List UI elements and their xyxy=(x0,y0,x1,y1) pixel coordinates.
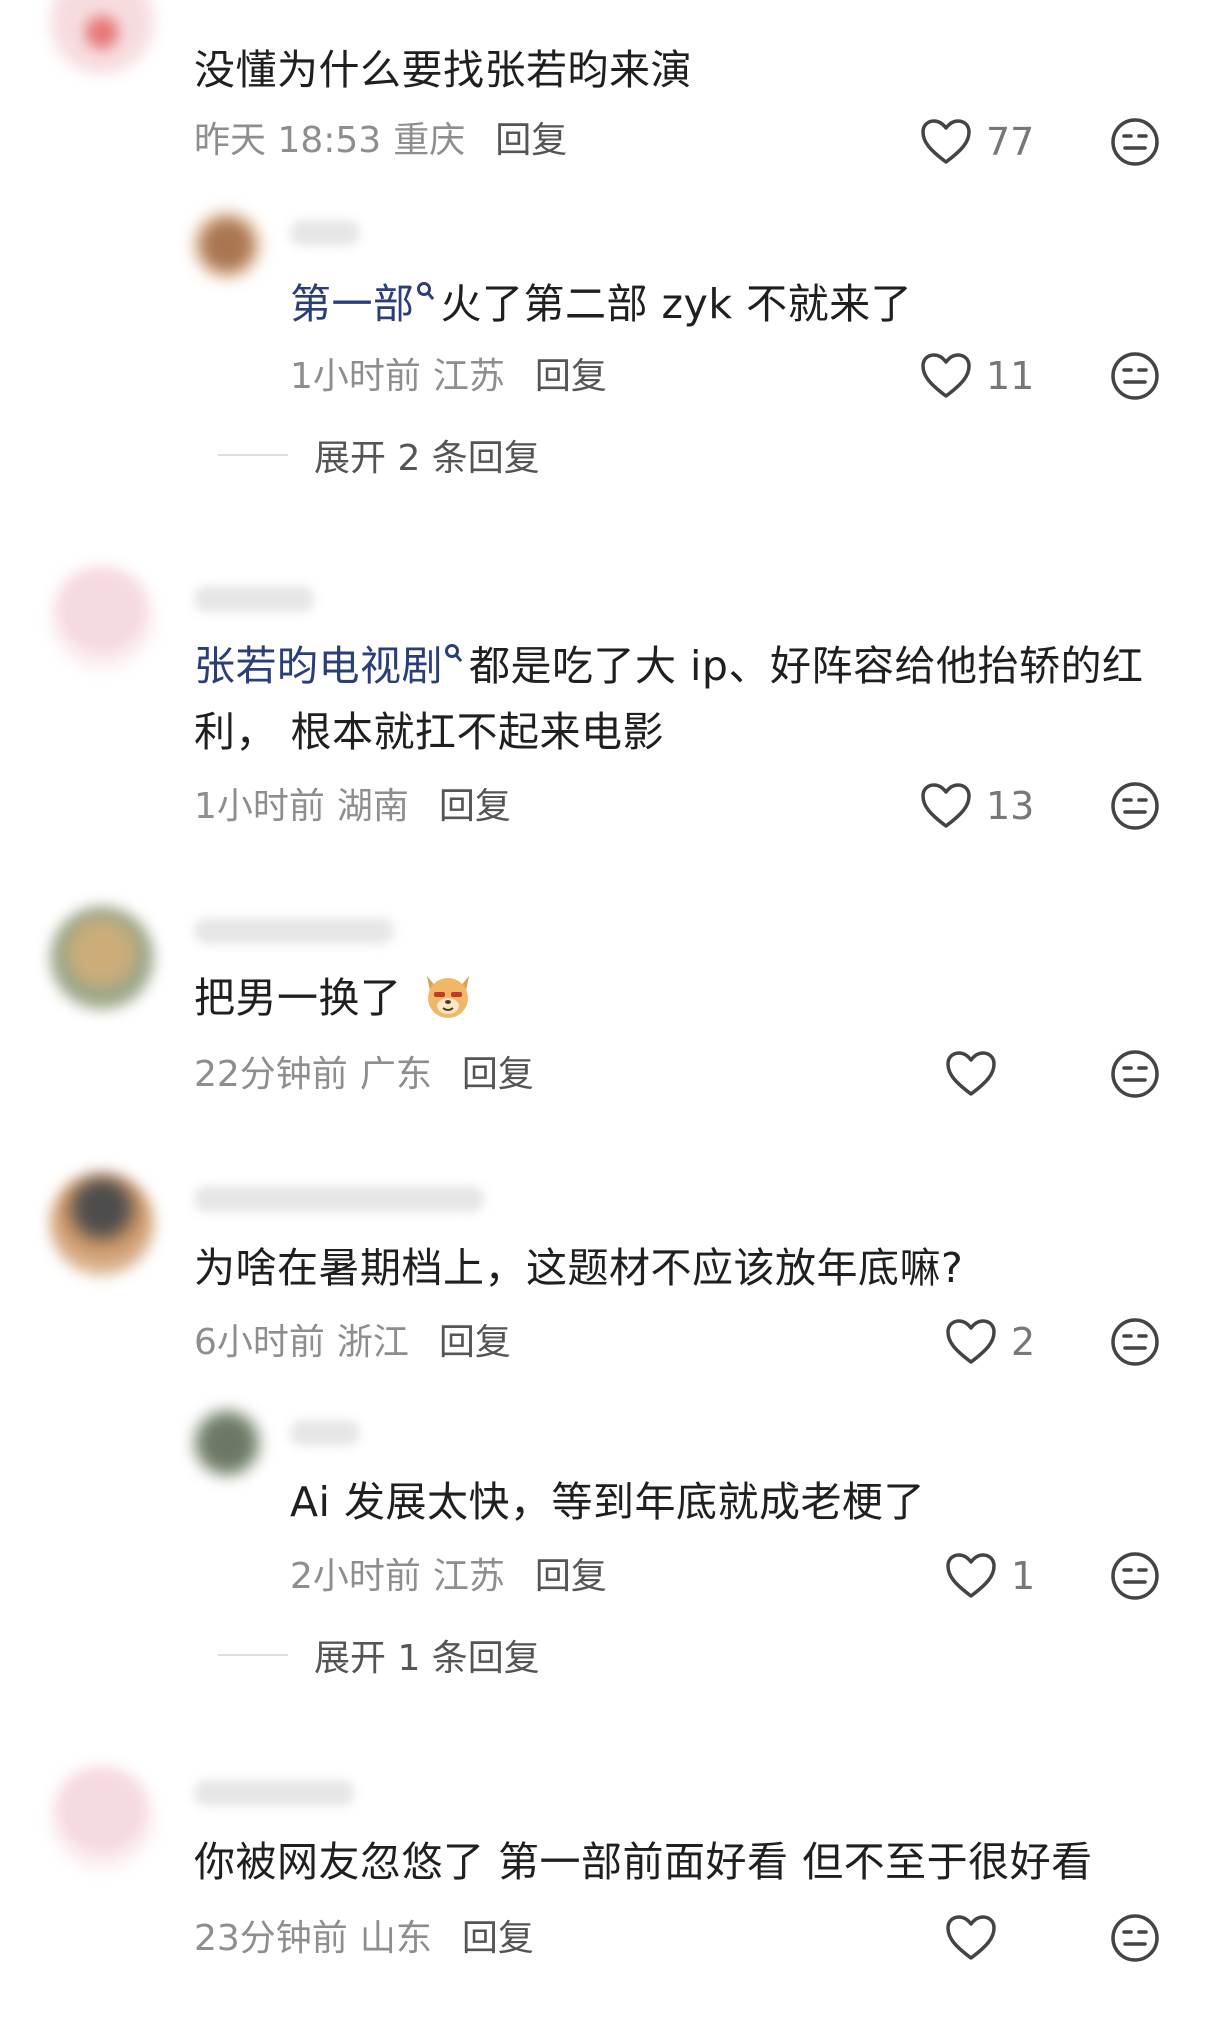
like-button[interactable] xyxy=(945,1908,1011,1968)
comment-body-line1: 都是吃了大 ip、好阵容给他抬轿的红 xyxy=(469,642,1144,690)
username-blurred xyxy=(290,1420,360,1446)
avatar[interactable] xyxy=(192,1408,262,1478)
comment-time: 22分钟前 xyxy=(194,1054,348,1095)
comment-meta: 6小时前 浙江 回复 xyxy=(194,1314,511,1364)
comment-meta: 1小时前 湖南 回复 xyxy=(194,778,511,828)
neutral-face-icon[interactable] xyxy=(1110,1551,1160,1601)
reply-meta: 2小时前 江苏 回复 xyxy=(290,1548,607,1598)
reply-location: 江苏 xyxy=(432,1556,505,1597)
comment-text: 没懂为什么要找张若昀来演 xyxy=(194,46,692,94)
heart-outline-icon xyxy=(921,783,971,828)
username-blurred xyxy=(290,220,360,246)
heart-outline-icon xyxy=(946,1319,996,1364)
avatar[interactable] xyxy=(192,210,262,280)
neutral-face-icon[interactable] xyxy=(1110,117,1160,167)
neutral-face-icon[interactable] xyxy=(1110,1913,1160,1963)
heart-outline-icon xyxy=(946,1915,996,1960)
expand-replies-label: 展开 1 条回复 xyxy=(314,1638,540,1679)
reply-text: 第一部 火了第二部 zyk 不就来了 xyxy=(290,272,912,336)
neutral-face-icon[interactable] xyxy=(1110,1317,1160,1367)
comment-location: 广东 xyxy=(359,1054,432,1095)
reply-button[interactable]: 回复 xyxy=(462,1909,534,1961)
comment-time: 昨天 18:53 xyxy=(194,120,382,161)
username-blurred xyxy=(194,918,394,944)
expand-replies-button[interactable]: 展开 2 条回复 xyxy=(218,430,540,480)
like-button[interactable]: 77 xyxy=(920,112,1034,172)
comment-time: 1小时前 xyxy=(194,786,325,827)
reply-button[interactable]: 回复 xyxy=(439,1313,511,1365)
neutral-face-icon[interactable] xyxy=(1110,1049,1160,1099)
comment-location: 山东 xyxy=(359,1918,432,1959)
like-button[interactable] xyxy=(945,1044,1011,1104)
dog-emoji-icon xyxy=(427,976,470,1018)
like-count: 77 xyxy=(986,120,1035,164)
reply-button[interactable]: 回复 xyxy=(439,777,511,829)
avatar[interactable] xyxy=(50,906,154,1010)
reply-button[interactable]: 回复 xyxy=(535,347,607,399)
reply-location: 江苏 xyxy=(432,356,505,397)
avatar[interactable] xyxy=(50,1172,154,1276)
mention-link[interactable]: 张若昀电视剧 xyxy=(194,642,443,690)
comment-body: 把男一换了 xyxy=(194,974,402,1022)
like-count: 2 xyxy=(1011,1320,1036,1364)
heart-outline-icon xyxy=(946,1553,996,1598)
heart-outline-icon xyxy=(921,119,971,164)
divider-line xyxy=(218,454,288,456)
like-button[interactable]: 1 xyxy=(945,1546,1035,1606)
comment-location: 浙江 xyxy=(336,1322,409,1363)
neutral-face-icon[interactable] xyxy=(1110,351,1160,401)
comment-location: 重庆 xyxy=(393,120,466,161)
avatar[interactable] xyxy=(50,1766,154,1870)
like-button[interactable]: 11 xyxy=(920,346,1034,406)
expand-replies-button[interactable]: 展开 1 条回复 xyxy=(218,1630,540,1680)
reply-time: 1小时前 xyxy=(290,356,421,397)
comment-location: 湖南 xyxy=(336,786,409,827)
reply-button[interactable]: 回复 xyxy=(462,1045,534,1097)
like-count: 1 xyxy=(1011,1554,1036,1598)
reply-text: Ai 发展太快，等到年底就成老梗了 xyxy=(290,1478,925,1526)
reply-meta: 1小时前 江苏 回复 xyxy=(290,348,607,398)
comment-text: 为啥在暑期档上，这题材不应该放年底嘛? xyxy=(194,1244,964,1292)
comment-text: 把男一换了 xyxy=(194,966,475,1030)
search-icon xyxy=(445,644,459,658)
like-button[interactable]: 2 xyxy=(945,1312,1035,1372)
search-icon xyxy=(416,282,431,296)
comment-text: 你被网友忽悠了 第一部前面好看 但不至于很好看 xyxy=(194,1838,1093,1886)
neutral-face-icon[interactable] xyxy=(1110,781,1160,831)
divider-line xyxy=(218,1654,288,1656)
like-count: 13 xyxy=(986,784,1035,828)
comment-meta: 22分钟前 广东 回复 xyxy=(194,1046,534,1096)
username-blurred xyxy=(194,1186,484,1212)
username-blurred xyxy=(194,1780,354,1806)
avatar[interactable] xyxy=(50,0,154,74)
comment-time: 6小时前 xyxy=(194,1322,325,1363)
username-blurred xyxy=(194,586,314,612)
avatar[interactable] xyxy=(50,566,154,670)
heart-outline-icon xyxy=(946,1051,996,1096)
comment-time: 23分钟前 xyxy=(194,1918,348,1959)
like-count: 11 xyxy=(986,354,1035,398)
reply-body: 火了第二部 zyk 不就来了 xyxy=(440,280,913,328)
heart-outline-icon xyxy=(921,353,971,398)
expand-replies-label: 展开 2 条回复 xyxy=(314,438,540,479)
comment-text: 张若昀电视剧 都是吃了大 ip、好阵容给他抬轿的红 xyxy=(194,634,1143,698)
reply-button[interactable]: 回复 xyxy=(535,1547,607,1599)
reply-time: 2小时前 xyxy=(290,1556,421,1597)
like-button[interactable]: 13 xyxy=(920,776,1034,836)
reply-button[interactable]: 回复 xyxy=(495,111,567,163)
mention-link[interactable]: 第一部 xyxy=(290,280,415,328)
comment-text-line2: 利， 根本就扛不起来电影 xyxy=(194,708,665,756)
comment-meta: 23分钟前 山东 回复 xyxy=(194,1910,534,1960)
comment-meta: 昨天 18:53 重庆 回复 xyxy=(194,112,567,162)
